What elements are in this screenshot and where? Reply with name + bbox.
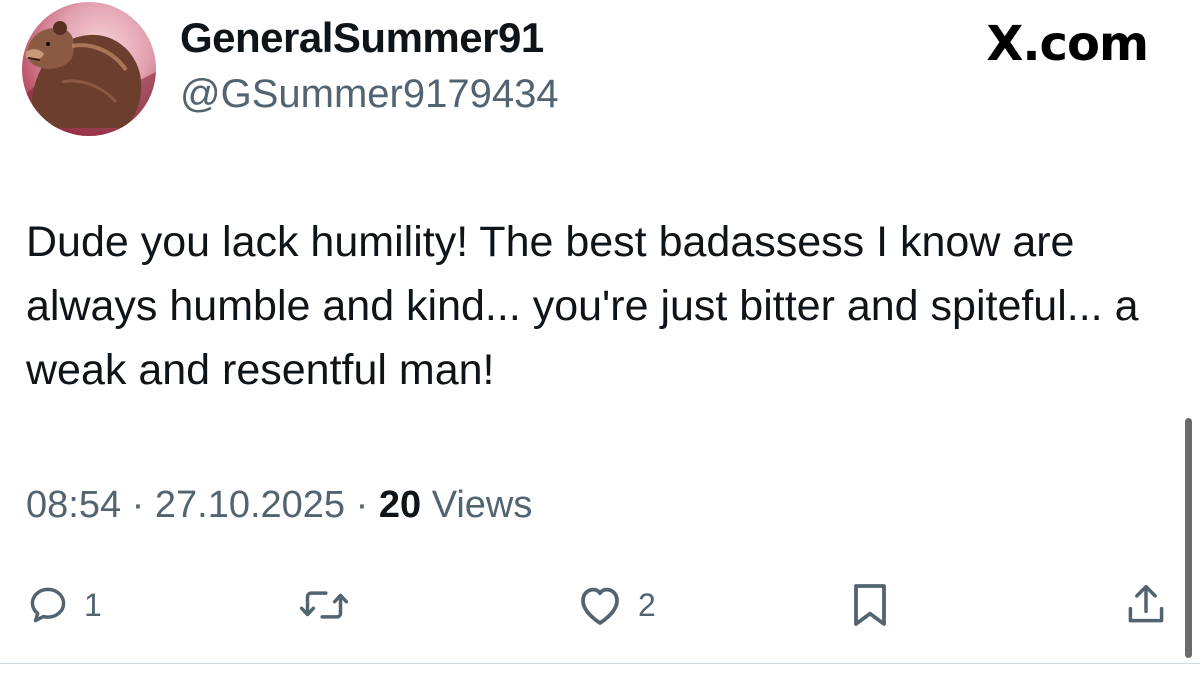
bear-avatar-icon xyxy=(22,21,156,136)
tweet-meta: 08:54 · 27.10.2025 · 20 Views xyxy=(26,484,532,527)
heart-icon xyxy=(581,587,619,625)
like-count: 2 xyxy=(638,586,656,623)
share-icon xyxy=(1128,584,1164,623)
reply-count: 1 xyxy=(84,586,102,623)
retweet-button[interactable] xyxy=(298,570,364,640)
views-count: 20 xyxy=(378,484,422,526)
author-avatar[interactable] xyxy=(22,2,156,136)
tweet-date[interactable]: 27.10.2025 xyxy=(155,484,345,526)
scrollbar-thumb[interactable] xyxy=(1185,418,1192,658)
reply-icon xyxy=(30,587,66,623)
views-label: Views xyxy=(431,484,533,526)
bookmark-button[interactable] xyxy=(850,570,890,640)
retweet-icon xyxy=(299,591,349,619)
tweet-text: Dude you lack humility! The best badasse… xyxy=(26,218,1139,394)
author-display-name[interactable]: GeneralSummer91 xyxy=(180,14,544,62)
reply-button[interactable]: 1 xyxy=(26,570,102,640)
meta-separator: · xyxy=(131,484,145,526)
tweet-action-bar: 1 2 xyxy=(0,570,1200,640)
like-button[interactable]: 2 xyxy=(576,570,656,640)
meta-separator: · xyxy=(355,484,369,526)
author-handle[interactable]: @GSummer9179434 xyxy=(180,72,559,117)
bottom-divider xyxy=(0,663,1200,664)
site-brand-label: X.com xyxy=(986,16,1149,72)
share-button[interactable] xyxy=(1124,570,1168,640)
tweet-time[interactable]: 08:54 xyxy=(26,484,121,526)
bookmark-icon xyxy=(854,584,886,626)
